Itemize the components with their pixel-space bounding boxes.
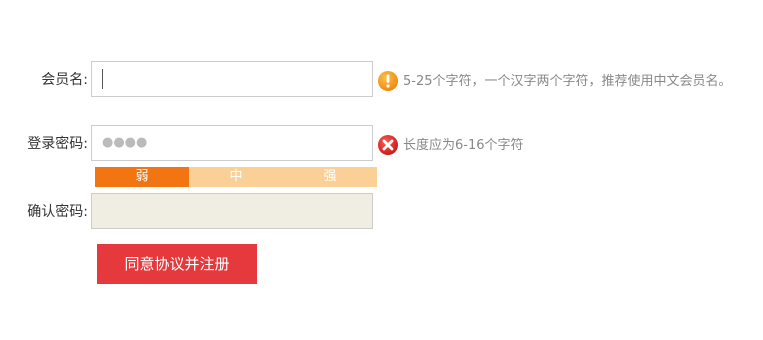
- agree-and-register-button[interactable]: 同意协议并注册: [97, 244, 257, 284]
- username-hint: 5-25个字符，一个汉字两个字符，推荐使用中文会员名。: [403, 74, 732, 89]
- error-icon: [378, 135, 398, 155]
- warning-icon: [378, 71, 398, 91]
- password-masked-value: ●●●●: [102, 135, 148, 150]
- confirm-password-label: 确认密码:: [27, 204, 88, 220]
- username-label: 会员名:: [41, 72, 88, 88]
- strength-weak: 弱: [95, 167, 189, 187]
- strength-strong: 强: [283, 167, 377, 187]
- password-label: 登录密码:: [27, 136, 88, 152]
- confirm-password-input[interactable]: [91, 193, 373, 229]
- password-hint: 长度应为6-16个字符: [403, 138, 524, 153]
- username-input[interactable]: [91, 61, 373, 97]
- strength-medium: 中: [189, 167, 283, 187]
- password-input[interactable]: ●●●●: [91, 125, 373, 161]
- password-strength-meter: 弱 中 强: [95, 167, 377, 187]
- text-caret: [102, 69, 103, 89]
